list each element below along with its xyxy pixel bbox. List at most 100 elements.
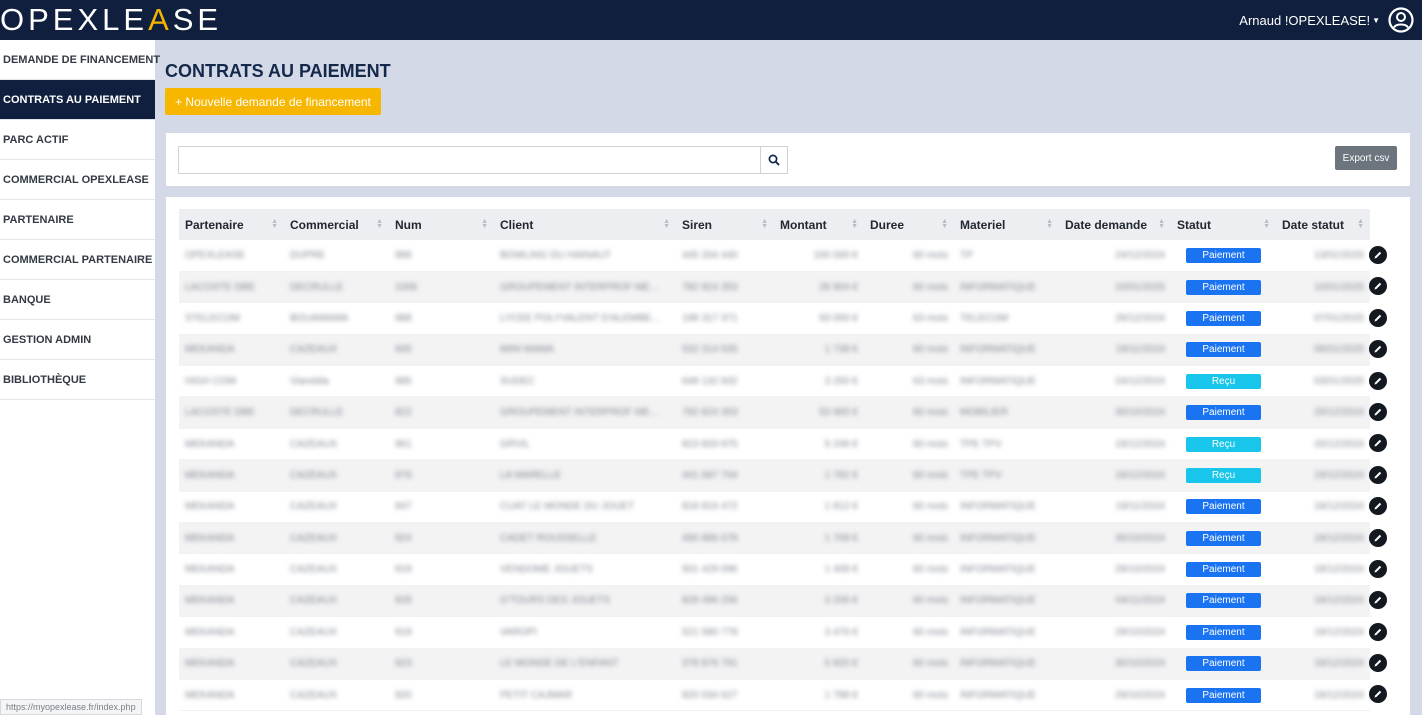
opexlease-logo[interactable]: OPEXLEASE <box>0 2 222 38</box>
table-row[interactable]: MEKANDA CAZEAUX 918 VENDOME JOUETS 501 429 0… <box>179 553 1370 586</box>
sidebar-item-parc-actif[interactable]: PARC ACTIF <box>0 120 155 160</box>
cell-date-statut: 18/12/2024 <box>1276 553 1370 586</box>
user-name[interactable]: Arnaud !OPEXLEASE! <box>1239 13 1370 28</box>
sort-icon[interactable]: ▲ ▼ <box>1357 218 1364 230</box>
pencil-icon <box>1374 408 1382 416</box>
table-row[interactable]: MEKANDA CAZEAUX 928 O'TOURS DES JOUETS 828 4… <box>179 585 1370 618</box>
sort-icon[interactable]: ▲ ▼ <box>1046 218 1053 230</box>
status-badge: Paiement <box>1186 342 1261 358</box>
sidebar-item-banque[interactable]: BANQUE <box>0 280 155 320</box>
table-row[interactable]: MEKANDA CAZEAUX 945 MINI MAMA 532 314 535 1 7… <box>179 334 1370 367</box>
column-header-materiel[interactable]: Materiel ▲ ▼ <box>954 209 1059 240</box>
table-row[interactable]: MEKANDA CAZEAUX 923 LE MONDE DE L'ENFANT 378… <box>179 648 1370 680</box>
user-avatar-icon[interactable] <box>1388 7 1414 33</box>
edit-row-button[interactable] <box>1369 591 1387 610</box>
edit-row-button[interactable] <box>1369 528 1387 547</box>
cell-value: 1 738 € <box>824 344 858 356</box>
cell-value: 18/12/2024 <box>1313 689 1364 701</box>
table-row[interactable]: MEKANDA CAZEAUX 976 LA MARELLE 441 687 704 1 … <box>179 459 1370 492</box>
column-header-num[interactable]: Num ▲ ▼ <box>389 209 494 240</box>
status-badge: Paiement <box>1186 687 1261 703</box>
column-header-duree[interactable]: Duree ▲ ▼ <box>864 209 954 240</box>
sort-icon[interactable]: ▲ ▼ <box>941 218 948 230</box>
column-header-date-statut[interactable]: Date statut ▲ ▼ <box>1276 209 1370 240</box>
sort-icon[interactable]: ▲ ▼ <box>481 218 488 230</box>
table-row[interactable]: OPEXLEASE DUPRE 986 BOWLING DU HAINAUT 445 3… <box>179 240 1370 272</box>
sidebar-item-gestion-admin[interactable]: GESTION ADMIN <box>0 320 155 360</box>
sidebar-item-contrats-au-paiement[interactable]: CONTRATS AU PAIEMENT <box>0 80 155 120</box>
column-header-siren[interactable]: Siren ▲ ▼ <box>676 209 774 240</box>
sidebar-item-partenaire[interactable]: PARTENAIRE <box>0 200 155 240</box>
cell-commercial: CAZEAUX <box>284 522 389 555</box>
column-header-label: Montant <box>780 217 827 232</box>
table-row[interactable]: MEKANDA CAZEAUX 920 PETIT CAJMAR 820 034 627… <box>179 679 1370 712</box>
sort-icon[interactable]: ▲ ▼ <box>1263 218 1270 230</box>
column-header-commercial[interactable]: Commercial ▲ ▼ <box>284 209 389 240</box>
search-button[interactable] <box>760 146 788 174</box>
cell-client: LA MARELLE <box>494 459 676 492</box>
cell-materiel: INFORMATIQUE <box>954 522 1059 555</box>
cell-partenaire: MEKANDA <box>179 522 284 555</box>
table-row[interactable]: HIGH COM Vianelda 985 SUDEC 648 132 932 3 250… <box>179 365 1370 398</box>
edit-row-button[interactable] <box>1369 277 1387 296</box>
cell-value: 820 034 627 <box>682 689 738 701</box>
column-header-date-demande[interactable]: Date demande ▲ ▼ <box>1059 209 1171 240</box>
cell-partenaire: MEKANDA <box>179 648 284 680</box>
sidebar-item-demande-de-financement[interactable]: DEMANDE DE FINANCEMENT <box>0 40 160 80</box>
search-input[interactable] <box>178 146 760 174</box>
pencil-icon <box>1374 314 1382 322</box>
table-row[interactable]: MEKANDA CAZEAUX 924 CADET ROUSSELLE 490 886 … <box>179 522 1370 555</box>
sort-icon[interactable]: ▲ ▼ <box>1158 218 1165 230</box>
sidebar-item-bibliothèque[interactable]: BIBLIOTHÈQUE <box>0 360 155 400</box>
edit-row-button[interactable] <box>1369 402 1387 421</box>
edit-row-button[interactable] <box>1369 685 1387 704</box>
sort-icon[interactable]: ▲ ▼ <box>271 218 278 230</box>
cell-value: CAZEAUX <box>290 595 338 607</box>
cell-client: CUAT LE MONDE DU JOUET <box>494 491 676 524</box>
cell-date-statut: 06/01/2025 <box>1276 334 1370 367</box>
edit-row-button[interactable] <box>1369 371 1387 390</box>
column-header-statut[interactable]: Statut ▲ ▼ <box>1171 209 1276 240</box>
new-financing-request-button[interactable]: + Nouvelle demande de financement <box>165 88 381 115</box>
cell-duree: 60 mois <box>864 522 954 555</box>
table-row[interactable]: MEKANDA CAZEAUX 947 CUAT LE MONDE DU JOUET 8… <box>179 491 1370 524</box>
edit-row-button[interactable] <box>1369 559 1387 578</box>
edit-row-button[interactable] <box>1369 622 1387 641</box>
cell-client: MINI MAMA <box>494 334 676 367</box>
cell-value: CAZEAUX <box>290 344 338 356</box>
cell-commercial: CAZEAUX <box>284 428 389 461</box>
cell-value: INFORMATIQUE <box>960 564 1036 576</box>
pencil-icon <box>1374 659 1382 667</box>
cell-partenaire: MEKANDA <box>179 585 284 618</box>
table-row[interactable]: MEKANDA CAZEAUX 961 GRVIL 823 833 975 5 246 €… <box>179 428 1370 461</box>
column-header-partenaire[interactable]: Partenaire ▲ ▼ <box>179 209 284 240</box>
sidebar-item-commercial-partenaire[interactable]: COMMERCIAL PARTENAIRE <box>0 240 155 280</box>
export-csv-button[interactable]: Export csv <box>1335 146 1397 170</box>
column-header-client[interactable]: Client ▲ ▼ <box>494 209 676 240</box>
edit-row-button[interactable] <box>1369 246 1387 264</box>
caret-down-icon[interactable]: ▼ <box>1372 16 1380 25</box>
user-menu[interactable]: Arnaud !OPEXLEASE! ▼ <box>1239 0 1414 40</box>
edit-row-button[interactable] <box>1369 308 1387 327</box>
table-row[interactable]: MEKANDA CAZEAUX 919 VAROPI 521 580 778 3 476 … <box>179 616 1370 649</box>
edit-row-button[interactable] <box>1369 654 1387 673</box>
sort-icon[interactable]: ▲ ▼ <box>761 218 768 230</box>
pencil-icon <box>1374 251 1382 259</box>
edit-row-button[interactable] <box>1369 465 1387 484</box>
edit-row-button[interactable] <box>1369 434 1387 453</box>
edit-row-button[interactable] <box>1369 340 1387 359</box>
edit-row-button[interactable] <box>1369 497 1387 516</box>
sidebar-item-commercial-opexlease[interactable]: COMMERCIAL OPEXLEASE <box>0 160 155 200</box>
table-row[interactable]: STELECOM BOUAMAMA 988 LYCEE POLYVALENT D'AL… <box>179 302 1370 335</box>
table-row[interactable]: LACOSTE DBE DECRULLE 1006 GROUPEMENT INTERP… <box>179 271 1370 304</box>
table-row[interactable]: LACOSTE DBE DECRULLE 822 GROUPEMENT INTERPR… <box>179 396 1370 429</box>
sort-icon[interactable]: ▲ ▼ <box>663 218 670 230</box>
column-header-montant[interactable]: Montant ▲ ▼ <box>774 209 864 240</box>
cell-siren: 828 496 256 <box>676 585 774 618</box>
sort-icon[interactable]: ▲ ▼ <box>376 218 383 230</box>
cell-value: 30/10/2024 <box>1114 407 1165 419</box>
cell-value: HIGH COM <box>185 375 237 387</box>
cell-value: 18/12/2024 <box>1313 564 1364 576</box>
cell-value: 5 820 € <box>824 658 858 670</box>
sort-icon[interactable]: ▲ ▼ <box>851 218 858 230</box>
